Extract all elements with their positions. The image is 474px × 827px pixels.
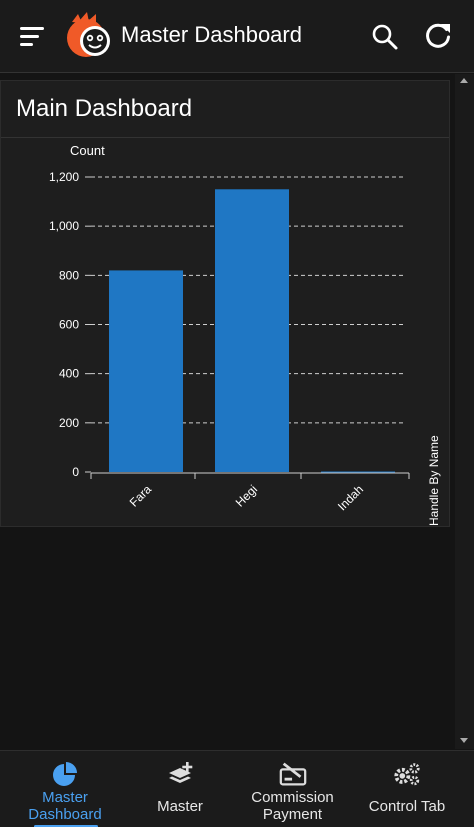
scroll-down-icon[interactable] <box>460 738 468 743</box>
nav-label-text: Master Dashboard <box>28 789 102 823</box>
bottom-nav: Master Dashboard Master Commission Payme… <box>0 750 474 827</box>
y-tick-label: 1,000 <box>49 219 79 233</box>
y-axis-label: Count <box>70 143 105 158</box>
x-axis-label: Handle By Name <box>427 435 441 526</box>
x-tick-label: Fara <box>127 482 155 510</box>
search-icon[interactable] <box>370 22 400 52</box>
y-tick-label: 600 <box>59 318 79 332</box>
bar-chart: Count 0 200 400 600 800 1,000 1,200 Fara Hegi In… <box>49 143 441 526</box>
nav-label-master-dashboard: Master Dashboard <box>0 789 130 823</box>
gears-icon <box>394 763 420 786</box>
nav-label-text: Commission Payment <box>251 789 334 823</box>
y-tick-label: 400 <box>59 367 79 381</box>
y-tick-label: 1,200 <box>49 170 79 184</box>
nav-label-master: Master <box>157 798 203 815</box>
nav-label-control-tab: Control Tab <box>368 798 446 815</box>
nav-item-master[interactable]: Master <box>130 751 230 827</box>
bar-indah[interactable] <box>321 471 395 473</box>
y-tick-label: 200 <box>59 416 79 430</box>
bar-hegi[interactable] <box>215 189 289 472</box>
y-tick-label: 800 <box>59 268 79 282</box>
menu-icon[interactable] <box>17 24 47 50</box>
header-title: Master Dashboard <box>121 22 302 47</box>
nav-item-control-tab[interactable]: Control Tab <box>355 751 459 827</box>
x-tick-label: Hegi <box>233 482 260 509</box>
logo-icon <box>67 12 110 57</box>
app-root: Master Dashboard Main Dashboard Count 0 2… <box>0 0 474 827</box>
dashboard-card: Main Dashboard Count 0 200 400 600 800 1,000 1… <box>0 80 450 527</box>
page-scrollbar[interactable] <box>455 74 474 749</box>
nav-item-master-dashboard[interactable]: Master Dashboard <box>0 751 130 827</box>
nav-item-commission-payment[interactable]: Commission Payment <box>230 751 355 827</box>
refresh-icon[interactable] <box>422 20 454 52</box>
card-title: Main Dashboard <box>16 95 193 122</box>
pie-chart-icon <box>53 762 77 786</box>
scroll-up-icon[interactable] <box>460 78 468 83</box>
nav-label-commission-payment: Commission Payment <box>230 789 355 823</box>
y-tick-label: 0 <box>72 465 79 479</box>
app-header: Master Dashboard <box>0 0 474 73</box>
bar-fara[interactable] <box>109 270 183 472</box>
payment-icon <box>279 762 306 786</box>
layers-add-icon <box>169 762 193 783</box>
x-tick-label: Indah <box>335 482 366 513</box>
